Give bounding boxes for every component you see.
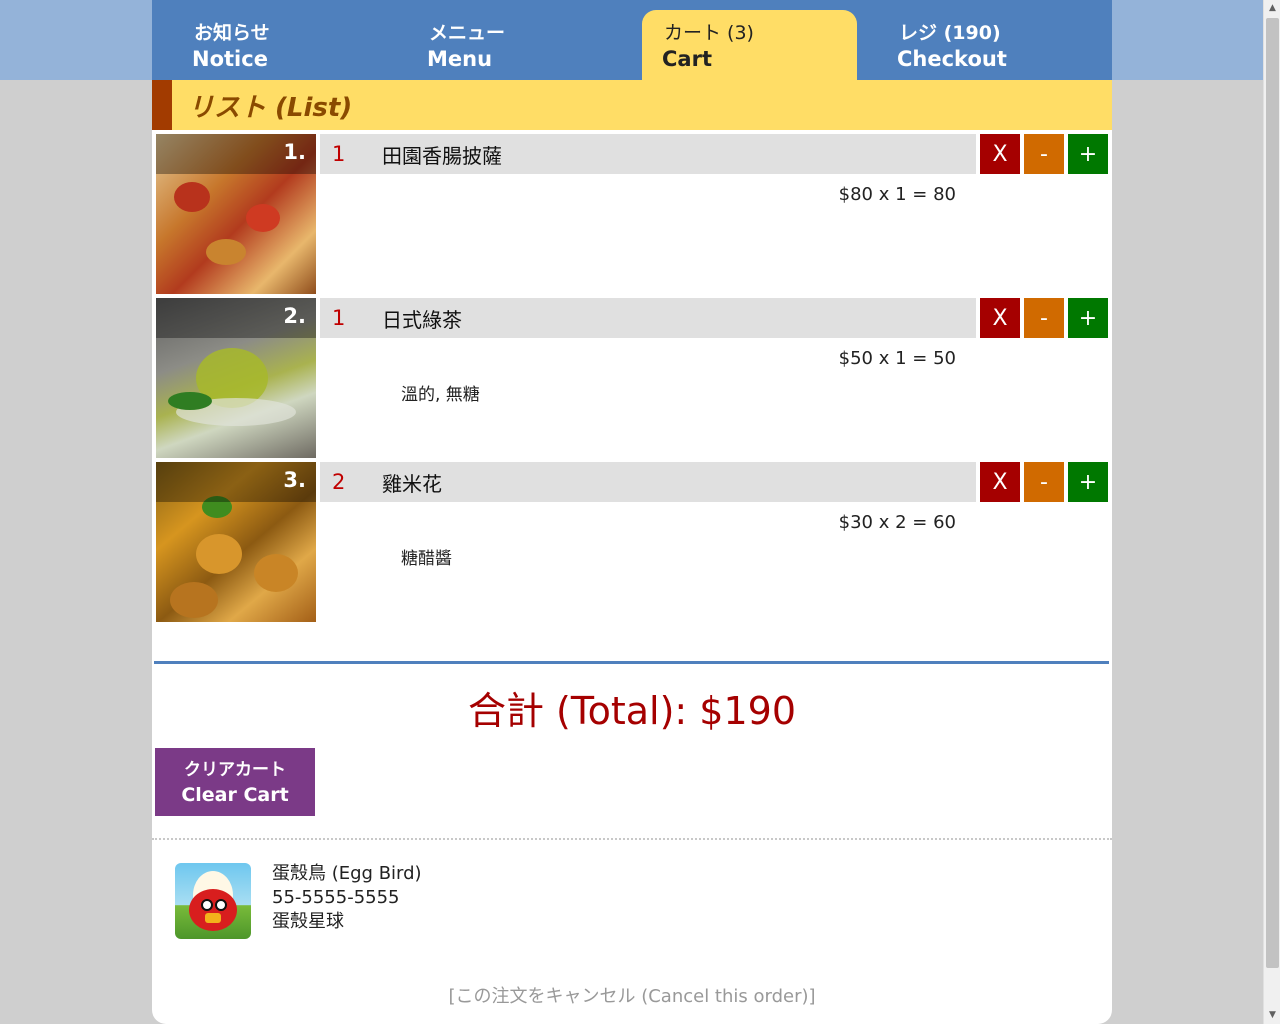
item-index: 2. — [283, 304, 306, 328]
tab-checkout[interactable]: レジ (190) Checkout — [897, 10, 1097, 80]
chicken-piece-shape — [170, 582, 218, 618]
nav-bar: お知らせ Notice メニュー Menu カート (3) Cart レジ (1… — [152, 0, 1112, 80]
pepperoni-shape — [174, 182, 210, 212]
decrease-qty-button[interactable]: - — [1024, 298, 1064, 338]
section-title: リスト (List) — [188, 92, 353, 123]
bird-beak-shape — [205, 913, 221, 923]
cancel-order-link[interactable]: [この注文をキャンセル (Cancel this order)] — [152, 982, 1112, 1008]
bird-eye-shape — [215, 899, 227, 911]
shop-name: 蛋殼鳥 (Egg Bird) — [272, 863, 422, 884]
remove-item-button[interactable]: X — [980, 134, 1020, 174]
increase-qty-button[interactable]: + — [1068, 462, 1108, 502]
clear-cart-label-jp: クリアカート — [184, 760, 286, 780]
shop-phone: 55-5555-5555 — [272, 887, 400, 908]
tab-notice-en: Notice — [192, 47, 268, 71]
increase-qty-button[interactable]: + — [1068, 134, 1108, 174]
item-note: 糖醋醬 — [401, 549, 452, 569]
leaf-shape — [168, 392, 212, 410]
cart-item: 1. 1 田園香腸披薩 X - + $80 x 1 = 80 — [156, 134, 1108, 294]
shop-info: 蛋殼鳥 (Egg Bird) 55-5555-5555 蛋殼星球 — [272, 862, 422, 934]
item-bar: 2 雞米花 — [320, 462, 976, 502]
remove-item-button[interactable]: X — [980, 462, 1020, 502]
tab-menu-jp: メニュー — [429, 22, 506, 44]
item-price: $50 x 1 = 50 — [838, 348, 956, 369]
item-qty: 1 — [332, 306, 346, 330]
bird-eye-shape — [201, 899, 213, 911]
decrease-qty-button[interactable]: - — [1024, 134, 1064, 174]
total-divider — [154, 661, 1109, 664]
tab-checkout-en: Checkout — [897, 47, 1007, 71]
item-index: 3. — [283, 468, 306, 492]
scroll-up-arrow-icon[interactable]: ▲ — [1264, 0, 1280, 17]
item-name: 日式綠茶 — [382, 307, 462, 332]
cart-item: 3. 2 雞米花 X - + $30 x 2 = 60 糖醋醬 — [156, 462, 1108, 622]
tab-notice[interactable]: お知らせ Notice — [192, 10, 392, 80]
item-index: 1. — [283, 140, 306, 164]
cart-total: 合計 (Total): $190 — [467, 689, 797, 733]
egg-bird-icon — [175, 863, 251, 939]
item-note: 溫的, 無糖 — [401, 385, 480, 405]
item-bar: 1 田園香腸披薩 — [320, 134, 976, 174]
pepperoni-shape — [246, 204, 280, 232]
item-price: $30 x 2 = 60 — [838, 512, 956, 533]
increase-qty-button[interactable]: + — [1068, 298, 1108, 338]
cart-item: 2. 1 日式綠茶 X - + $50 x 1 = 50 溫的, 無糖 — [156, 298, 1108, 458]
scrollbar[interactable]: ▲ ▼ — [1263, 0, 1280, 1024]
pizza-photo: 1. — [156, 134, 316, 294]
item-name: 田園香腸披薩 — [382, 143, 502, 168]
popcorn-chicken-photo: 3. — [156, 462, 316, 622]
cart-list: 1. 1 田園香腸披薩 X - + $80 x 1 = 80 2. 1 日式綠茶 — [152, 130, 1112, 622]
item-bar: 1 日式綠茶 — [320, 298, 976, 338]
tab-cart[interactable]: カート (3) Cart — [642, 10, 857, 80]
chicken-piece-shape — [254, 554, 298, 592]
clear-cart-label-en: Clear Cart — [181, 784, 289, 806]
crust-shape — [206, 239, 246, 265]
tab-menu[interactable]: メニュー Menu — [427, 10, 627, 80]
bird-body-shape — [189, 889, 237, 931]
item-price: $80 x 1 = 80 — [838, 184, 956, 205]
item-name: 雞米花 — [382, 471, 442, 496]
decrease-qty-button[interactable]: - — [1024, 462, 1064, 502]
item-qty: 1 — [332, 142, 346, 166]
tab-menu-en: Menu — [427, 47, 493, 71]
tab-notice-jp: お知らせ — [194, 22, 270, 44]
shop-address: 蛋殼星球 — [272, 911, 344, 932]
tab-cart-en: Cart — [662, 47, 712, 71]
remove-item-button[interactable]: X — [980, 298, 1020, 338]
green-tea-photo: 2. — [156, 298, 316, 458]
item-qty: 2 — [332, 470, 346, 494]
page: お知らせ Notice メニュー Menu カート (3) Cart レジ (1… — [152, 0, 1112, 1024]
section-header: リスト (List) — [152, 80, 1112, 130]
chicken-piece-shape — [196, 534, 242, 574]
tab-checkout-jp: レジ (190) — [899, 22, 1001, 44]
footer-divider — [152, 838, 1112, 840]
scroll-down-arrow-icon[interactable]: ▼ — [1264, 1007, 1280, 1024]
clear-cart-button[interactable]: クリアカート Clear Cart — [155, 748, 315, 816]
scroll-thumb[interactable] — [1266, 18, 1279, 968]
tab-cart-jp: カート (3) — [664, 22, 754, 44]
